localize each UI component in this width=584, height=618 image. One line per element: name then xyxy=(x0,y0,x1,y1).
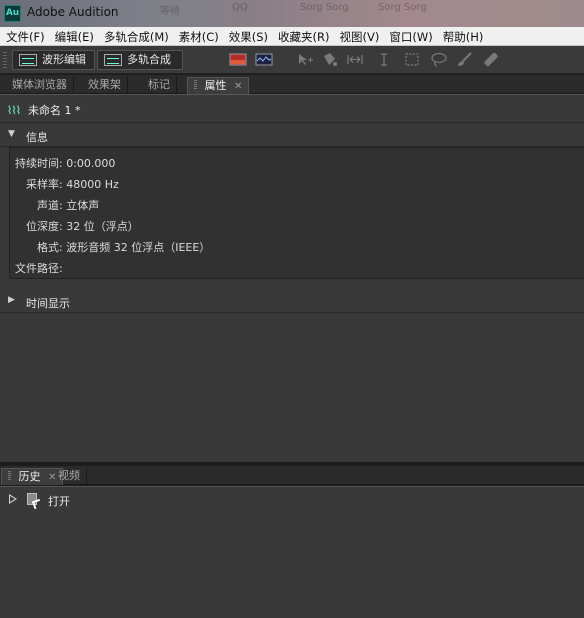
expand-triangle-icon[interactable]: ▼ xyxy=(8,129,15,139)
info-value: 0:00.000 xyxy=(66,157,116,170)
time-display-section-header[interactable]: ▶ 时间显示 xyxy=(0,291,584,313)
info-value: 32 位（浮点） xyxy=(66,220,139,233)
menu-view[interactable]: 视图(V) xyxy=(334,27,384,45)
menu-effects[interactable]: 效果(S) xyxy=(223,27,272,45)
background-tab-text: Sorg Sorg xyxy=(300,2,349,13)
info-key: 采样率: xyxy=(26,178,63,191)
tab-properties[interactable]: 属性 ✕ xyxy=(187,77,250,94)
time-selection-icon[interactable] xyxy=(375,52,393,67)
menu-clip[interactable]: 素材(C) xyxy=(173,27,223,45)
info-box: 持续时间: 0:00.000 采样率: 48000 Hz 声道: 立体声 位深度… xyxy=(9,147,584,279)
multitrack-mode-button[interactable]: 多轨合成 xyxy=(97,50,183,70)
toolbar: 波形编辑 多轨合成 xyxy=(0,46,584,74)
lasso-icon[interactable] xyxy=(430,52,448,67)
file-name: 未命名 1 * xyxy=(28,104,81,117)
brush-icon[interactable] xyxy=(456,52,474,67)
info-row-duration: 持续时间: 0:00.000 xyxy=(15,155,115,171)
info-row-sample-rate: 采样率: 48000 Hz xyxy=(26,176,119,192)
upper-panel-tabs: 媒体浏览器 效果架 标记 属性 ✕ xyxy=(0,75,584,94)
open-file-icon xyxy=(27,493,37,505)
info-value: 立体声 xyxy=(66,199,100,212)
info-key: 持续时间: xyxy=(15,157,63,170)
slip-tool-icon[interactable] xyxy=(346,52,364,67)
info-key: 格式: xyxy=(37,241,63,254)
info-key: 位深度: xyxy=(26,220,63,233)
info-row-format: 格式: 波形音频 32 位浮点（IEEE） xyxy=(37,239,210,255)
history-item[interactable]: 打开 xyxy=(0,491,584,509)
background-tab-text: 等待 xyxy=(160,6,180,17)
properties-panel: ⌇⌇⌇ 未命名 1 * ▼ 信息 持续时间: 0:00.000 采样率: 480… xyxy=(0,94,584,462)
menu-window[interactable]: 窗口(W) xyxy=(383,27,436,45)
history-item-label: 打开 xyxy=(48,495,70,508)
waveform-mode-button[interactable]: 波形编辑 xyxy=(12,50,95,70)
menu-help[interactable]: 帮助(H) xyxy=(437,27,488,45)
file-header: ⌇⌇⌇ 未命名 1 * xyxy=(0,95,584,123)
waveform-icon xyxy=(19,54,37,66)
marquee-icon[interactable] xyxy=(403,52,421,67)
multitrack-icon xyxy=(104,54,122,66)
menu-multitrack[interactable]: 多轨合成(M) xyxy=(98,27,173,45)
time-display-section-label: 时间显示 xyxy=(26,297,70,310)
spot-healing-icon[interactable] xyxy=(482,52,500,67)
toolbar-grip[interactable] xyxy=(3,52,7,68)
tab-history-label: 历史 xyxy=(18,470,41,483)
spectral-pitch-icon[interactable] xyxy=(255,52,273,67)
lower-panel-tabs: 历史 ✕ 视频 xyxy=(0,466,584,485)
tab-media-browser[interactable]: 媒体浏览器 xyxy=(6,77,74,94)
tab-markers[interactable]: 标记 xyxy=(142,77,177,94)
info-section-header[interactable]: ▼ 信息 xyxy=(0,125,584,147)
info-row-file-path: 文件路径: xyxy=(15,260,63,276)
audition-app-icon: Au xyxy=(4,5,21,22)
menu-edit[interactable]: 编辑(E) xyxy=(49,27,98,45)
info-section-label: 信息 xyxy=(26,131,48,144)
move-tool-icon[interactable] xyxy=(296,52,314,67)
tab-grip-icon[interactable] xyxy=(8,471,11,481)
background-tab-text: QQ xyxy=(232,2,248,13)
title-bar: 等待 QQ Sorg Sorg Sorg Sorg Au Adobe Audit… xyxy=(0,0,584,27)
info-value: 波形音频 32 位浮点（IEEE） xyxy=(66,241,211,254)
history-panel: 打开 xyxy=(0,486,584,618)
info-value: 48000 Hz xyxy=(66,178,119,191)
menu-file[interactable]: 文件(F) xyxy=(0,27,49,45)
tab-media-browser-label: 媒体浏览器 xyxy=(12,78,67,91)
multitrack-mode-label: 多轨合成 xyxy=(127,53,171,66)
audio-waveform-icon: ⌇⌇⌇ xyxy=(7,104,21,117)
tab-effects-rack-label: 效果架 xyxy=(88,78,121,91)
collapse-triangle-icon[interactable]: ▶ xyxy=(8,295,15,305)
menu-favorites[interactable]: 收藏夹(R) xyxy=(272,27,333,45)
menu-bar: 文件(F) 编辑(E) 多轨合成(M) 素材(C) 效果(S) 收藏夹(R) 视… xyxy=(0,27,584,46)
tab-video-label: 视频 xyxy=(58,469,80,482)
tab-properties-label: 属性 xyxy=(204,79,227,92)
history-state-marker-icon xyxy=(9,494,17,504)
tab-markers-label: 标记 xyxy=(148,78,170,91)
spectral-frequency-icon[interactable] xyxy=(229,52,247,67)
background-tab-text: Sorg Sorg xyxy=(378,2,427,13)
info-key: 声道: xyxy=(37,199,63,212)
info-key: 文件路径: xyxy=(15,262,63,275)
info-row-bit-depth: 位深度: 32 位（浮点） xyxy=(26,218,139,234)
info-row-channels: 声道: 立体声 xyxy=(37,197,99,213)
tab-video[interactable]: 视频 xyxy=(52,468,87,485)
tab-effects-rack[interactable]: 效果架 xyxy=(82,77,128,94)
window-title: Adobe Audition xyxy=(27,5,119,19)
razor-tool-icon[interactable] xyxy=(321,52,339,67)
waveform-mode-label: 波形编辑 xyxy=(42,53,86,66)
tab-grip-icon[interactable] xyxy=(194,80,197,90)
tab-close-icon[interactable]: ✕ xyxy=(234,81,242,92)
